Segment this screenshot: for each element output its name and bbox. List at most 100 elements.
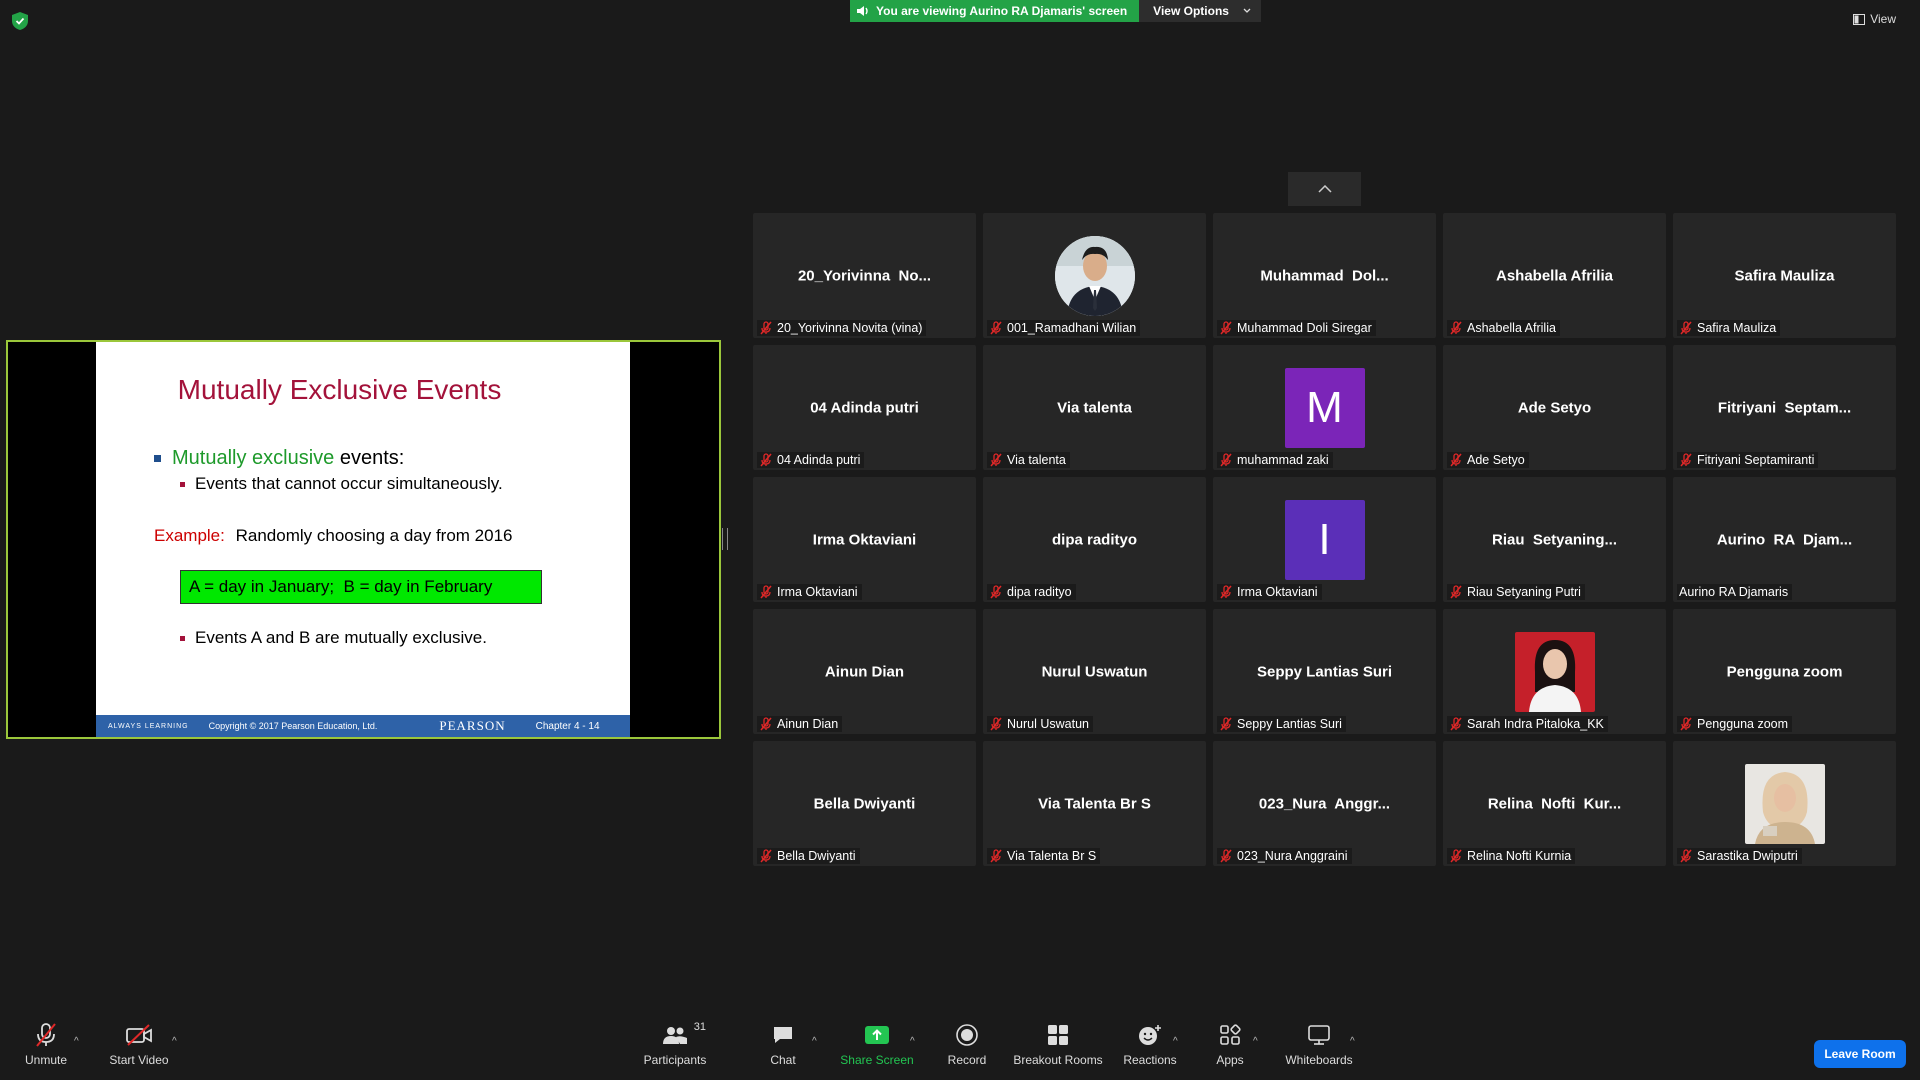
view-button[interactable]: View xyxy=(1853,12,1896,26)
muted-mic-icon xyxy=(1220,321,1232,335)
participant-tile[interactable]: Aurino RA Djam... Aurino RA Djamaris xyxy=(1673,477,1896,602)
muted-mic-icon xyxy=(1680,453,1692,467)
speaker-icon xyxy=(857,6,868,16)
bullet-1-rest: events: xyxy=(334,447,405,469)
apps-options-caret[interactable]: ^ xyxy=(1253,1036,1258,1047)
participants-button[interactable]: 31 Participants xyxy=(640,1008,710,1080)
participant-name: dipa radityo xyxy=(1007,585,1072,599)
participant-name: Ade Setyo xyxy=(1467,453,1525,467)
muted-mic-icon xyxy=(1450,717,1462,731)
participant-name-label: Riau Setyaning Putri xyxy=(1447,584,1585,600)
muted-mic-icon xyxy=(760,585,772,599)
record-button[interactable]: Record xyxy=(940,1008,994,1080)
breakout-rooms-button[interactable]: Breakout Rooms xyxy=(1012,1008,1104,1080)
participant-tile[interactable]: Relina Nofti Kur... Relina Nofti Kurnia xyxy=(1443,741,1666,866)
chat-button[interactable]: Chat xyxy=(760,1008,806,1080)
muted-mic-icon xyxy=(1450,453,1462,467)
participant-display-name: Ainun Dian xyxy=(824,663,905,680)
avatar-photo xyxy=(1514,631,1595,712)
audio-options-caret[interactable]: ^ xyxy=(74,1036,79,1047)
participant-tile[interactable]: Via talenta Via talenta xyxy=(983,345,1206,470)
muted-mic-icon xyxy=(990,717,1002,731)
share-screen-button[interactable]: Share Screen xyxy=(836,1008,918,1080)
participant-name: Muhammad Doli Siregar xyxy=(1237,321,1372,335)
muted-mic-icon xyxy=(990,849,1002,863)
participant-name: Safira Mauliza xyxy=(1697,321,1777,335)
participant-tile[interactable]: Seppy Lantias Suri Seppy Lantias Suri xyxy=(1213,609,1436,734)
leave-room-button[interactable]: Leave Room xyxy=(1814,1040,1906,1068)
participant-name: Irma Oktaviani xyxy=(777,585,858,599)
participant-display-name: Irma Oktaviani xyxy=(812,531,917,548)
whiteboards-button[interactable]: Whiteboards xyxy=(1280,1008,1358,1080)
participant-tile[interactable]: I Irma Oktaviani xyxy=(1213,477,1436,602)
security-shield-icon[interactable] xyxy=(12,12,28,30)
participant-tile[interactable]: Safira Mauliza Safira Mauliza xyxy=(1673,213,1896,338)
reactions-label: Reactions xyxy=(1123,1053,1177,1067)
avatar-photo xyxy=(1054,235,1135,316)
muted-mic-icon xyxy=(1680,717,1692,731)
view-options-dropdown[interactable]: View Options xyxy=(1139,0,1261,22)
participant-tile[interactable]: Mmuhammad zaki xyxy=(1213,345,1436,470)
participant-name-label: 04 Adinda putri xyxy=(757,452,865,468)
participant-name: Nurul Uswatun xyxy=(1007,717,1089,731)
participant-name-label: Ainun Dian xyxy=(757,716,843,732)
participant-tile[interactable]: Muhammad Dol... Muhammad Doli Siregar xyxy=(1213,213,1436,338)
participant-name: Via Talenta Br S xyxy=(1007,849,1097,863)
muted-mic-icon xyxy=(760,321,772,335)
participant-tile[interactable]: 04 Adinda putri 04 Adinda putri xyxy=(753,345,976,470)
whiteboards-options-caret[interactable]: ^ xyxy=(1350,1036,1355,1047)
collapse-gallery-button[interactable] xyxy=(1288,172,1361,206)
participant-tile[interactable]: Ainun Dian Ainun Dian xyxy=(753,609,976,734)
participant-tile[interactable]: Bella Dwiyanti Bella Dwiyanti xyxy=(753,741,976,866)
participant-tile[interactable]: Nurul Uswatun Nurul Uswatun xyxy=(983,609,1206,734)
participant-name-label: Bella Dwiyanti xyxy=(757,848,860,864)
bullet-square-icon xyxy=(180,635,185,641)
participant-tile[interactable]: Irma Oktaviani Irma Oktaviani xyxy=(753,477,976,602)
participant-tile[interactable]: Ade Setyo Ade Setyo xyxy=(1443,345,1666,470)
slide-footer: ALWAYS LEARNING Copyright © 2017 Pearson… xyxy=(96,715,630,737)
share-options-caret[interactable]: ^ xyxy=(910,1036,915,1047)
participant-tile[interactable]: 20_Yorivinna No... 20_Yorivinna Novita (v… xyxy=(753,213,976,338)
participant-name: Sarastika Dwiputri xyxy=(1697,849,1798,863)
participant-tile[interactable]: Pengguna zoom Pengguna zoom xyxy=(1673,609,1896,734)
participant-name: Riau Setyaning Putri xyxy=(1467,585,1581,599)
video-options-caret[interactable]: ^ xyxy=(172,1036,177,1047)
participant-tile[interactable]: 001_Ramadhani Wilian xyxy=(983,213,1206,338)
bullet-1-highlight: Mutually exclusive xyxy=(172,447,335,469)
muted-mic-icon xyxy=(1220,453,1232,467)
participant-name: Ainun Dian xyxy=(777,717,839,731)
apps-button[interactable]: Apps xyxy=(1210,1008,1250,1080)
muted-mic-icon xyxy=(760,717,772,731)
participant-tile[interactable]: Ashabella Afrilia Ashabella Afrilia xyxy=(1443,213,1666,338)
avatar: M xyxy=(1284,367,1365,448)
participant-tile[interactable]: 023_Nura Anggr... 023_Nura Anggraini xyxy=(1213,741,1436,866)
participant-tile[interactable]: Riau Setyaning... Riau Setyaning Putri xyxy=(1443,477,1666,602)
chat-options-caret[interactable]: ^ xyxy=(812,1036,817,1047)
participant-tile[interactable]: Sarastika Dwiputri xyxy=(1673,741,1896,866)
participant-name-label: Irma Oktaviani xyxy=(1217,584,1322,600)
slide-title: Mutually Exclusive Events xyxy=(177,374,502,405)
participant-name: 04 Adinda putri xyxy=(777,453,861,467)
participant-name-label: Fitriyani Septamiranti xyxy=(1677,452,1819,468)
participant-name-label: Irma Oktaviani xyxy=(757,584,862,600)
start-video-button[interactable]: Start Video xyxy=(108,1008,170,1080)
participant-name-label: Ashabella Afrilia xyxy=(1447,320,1560,336)
resize-handle[interactable] xyxy=(722,528,728,550)
participant-name: Ashabella Afrilia xyxy=(1467,321,1556,335)
participant-gallery: 20_Yorivinna No... 20_Yorivinna Novita (v… xyxy=(753,213,1896,866)
participant-display-name: Relina Nofti Kur... xyxy=(1487,795,1622,812)
shared-screen[interactable]: Mutually Exclusive Events Mutually exclu… xyxy=(6,340,721,739)
participant-tile[interactable]: Via Talenta Br S Via Talenta Br S xyxy=(983,741,1206,866)
reactions-button[interactable]: Reactions xyxy=(1120,1008,1180,1080)
participant-name: Via talenta xyxy=(1007,453,1066,467)
participant-display-name: Nurul Uswatun xyxy=(1041,663,1148,680)
participant-tile[interactable]: dipa radityo dipa radityo xyxy=(983,477,1206,602)
unmute-button[interactable]: Unmute xyxy=(22,1008,70,1080)
participants-count: 31 xyxy=(693,1021,706,1033)
participant-tile[interactable]: Sarah Indra Pitaloka_KK xyxy=(1443,609,1666,734)
slide-bullet-4: Events A and B are mutually exclusive. xyxy=(180,628,487,648)
participant-tile[interactable]: Fitriyani Septam... Fitriyani Septamirant… xyxy=(1673,345,1896,470)
participant-name: Relina Nofti Kurnia xyxy=(1467,849,1572,863)
reactions-options-caret[interactable]: ^ xyxy=(1173,1036,1178,1047)
participant-display-name: Fitriyani Septam... xyxy=(1717,399,1852,416)
